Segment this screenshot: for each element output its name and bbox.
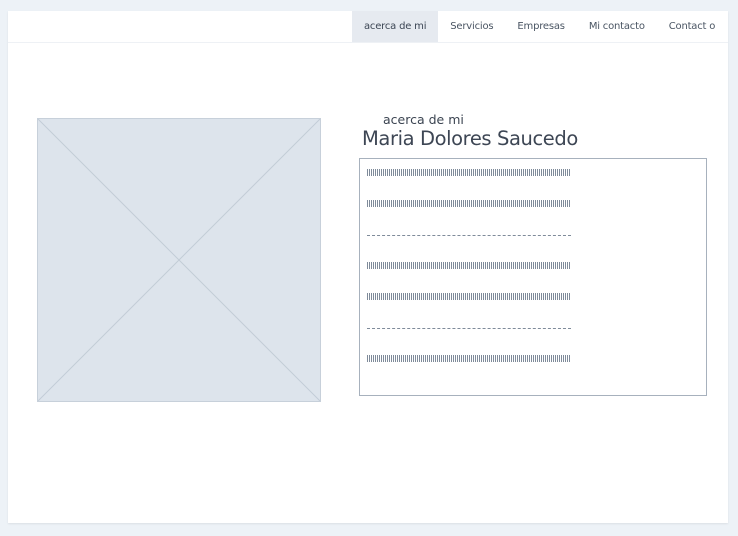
text-line-placeholder xyxy=(367,355,571,362)
image-placeholder-icon xyxy=(38,119,320,401)
section-subtitle: acerca de mi xyxy=(383,112,464,127)
top-navigation-bar: acerca de mi Servicios Empresas Mi conta… xyxy=(8,11,728,43)
text-line-placeholder xyxy=(367,328,571,329)
text-line-placeholder xyxy=(367,235,571,236)
nav-item-acerca-de-mi[interactable]: acerca de mi xyxy=(352,11,439,42)
nav-item-label: acerca de mi xyxy=(364,21,427,32)
image-placeholder xyxy=(37,118,321,402)
text-line-placeholder xyxy=(367,169,571,176)
nav-item-mi-contacto[interactable]: Mi contacto xyxy=(577,11,657,42)
text-line-placeholder xyxy=(367,262,571,269)
text-block-placeholder xyxy=(359,158,707,396)
nav-item-label: Contact o xyxy=(668,21,716,32)
nav-item-label: Servicios xyxy=(450,21,494,32)
nav-item-servicios[interactable]: Servicios xyxy=(438,11,505,42)
nav-item-label: Empresas xyxy=(517,21,565,32)
nav-item-empresas[interactable]: Empresas xyxy=(505,11,576,42)
text-line-placeholder xyxy=(367,200,571,207)
nav-item-contacto[interactable]: Contact o xyxy=(657,11,727,42)
text-line-placeholder xyxy=(367,293,571,300)
page-canvas: acerca de mi Servicios Empresas Mi conta… xyxy=(8,11,728,523)
search-icon[interactable] xyxy=(733,11,738,42)
page-title: Maria Dolores Saucedo xyxy=(362,127,578,150)
nav-item-label: Mi contacto xyxy=(588,21,645,32)
main-nav: acerca de mi Servicios Empresas Mi conta… xyxy=(352,11,738,42)
